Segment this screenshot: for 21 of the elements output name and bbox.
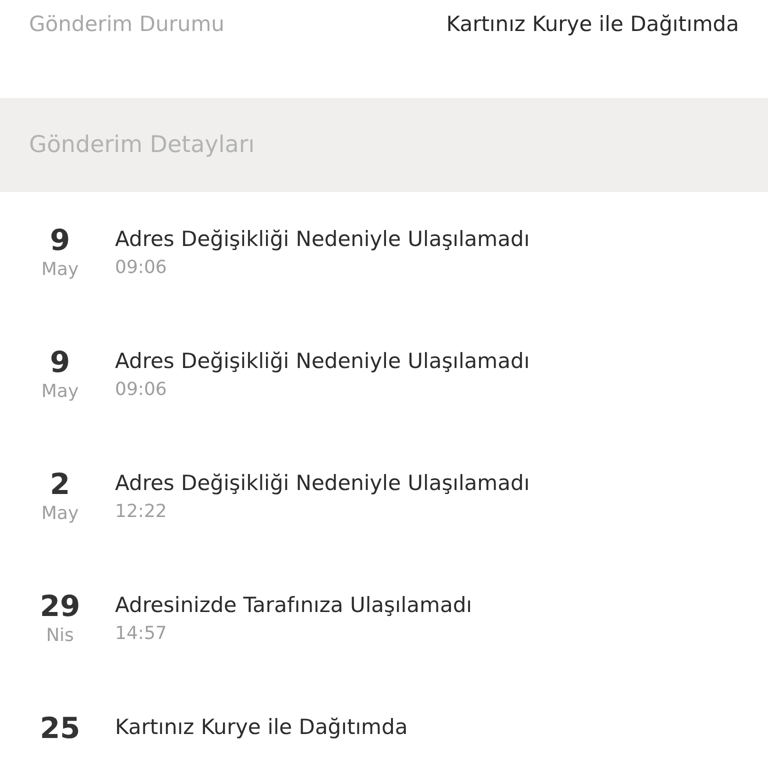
section-header: Gönderim Detayları — [0, 98, 768, 192]
event-month: May — [41, 258, 79, 282]
event-time: 09:06 — [115, 378, 168, 402]
event-day: 9 — [50, 222, 70, 258]
event-title: Adres Değişikliği Nedeniyle Ulaşılamadı — [115, 226, 530, 253]
event-title: Adres Değişikliği Nedeniyle Ulaşılamadı — [115, 348, 530, 375]
event-time: 12:22 — [115, 500, 168, 524]
status-label: Gönderim Durumu — [29, 12, 224, 36]
status-value: Kartınız Kurye ile Dağıtımda — [446, 12, 739, 36]
event-day: 2 — [50, 466, 70, 502]
event-title: Adresinizde Tarafınıza Ulaşılamadı — [115, 592, 472, 619]
event-day: 25 — [40, 710, 80, 746]
event-title: Kartınız Kurye ile Dağıtımda — [115, 714, 408, 741]
event-day: 9 — [50, 344, 70, 380]
event-month: May — [41, 380, 79, 404]
event-time: 09:06 — [115, 256, 168, 280]
event-time: 14:57 — [115, 622, 168, 646]
event-month: May — [41, 502, 79, 526]
event-title: Adres Değişikliği Nedeniyle Ulaşılamadı — [115, 470, 530, 497]
event-day: 29 — [40, 588, 80, 624]
event-month: Nis — [46, 624, 74, 648]
